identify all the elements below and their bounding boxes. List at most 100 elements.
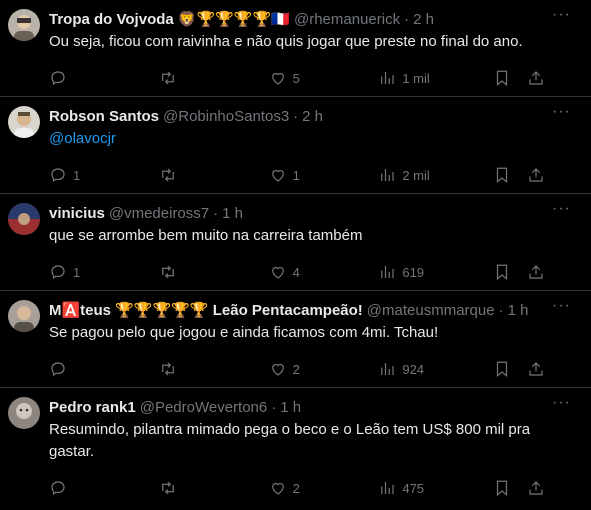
like-button[interactable]: 4 — [269, 263, 379, 281]
more-icon[interactable]: ··· — [552, 104, 571, 120]
avatar[interactable] — [8, 203, 40, 235]
tweet[interactable]: M🅰️teus 🏆🏆🏆🏆🏆 Leão Pentacampeão! @mateus… — [0, 291, 591, 388]
tweet[interactable]: Pedro rank1 @PedroWeverton6 · 1 h Resumi… — [0, 388, 591, 510]
share-button[interactable] — [527, 69, 545, 87]
share-button[interactable] — [527, 166, 545, 184]
views-icon — [381, 482, 394, 494]
author-name[interactable]: Tropa do Vojvoda 🦁🏆🏆🏆🏆🇫🇷 — [49, 10, 290, 28]
retweet-icon — [161, 362, 174, 376]
avatar[interactable] — [8, 300, 40, 332]
retweet-button[interactable] — [159, 263, 269, 281]
retweet-button[interactable] — [159, 360, 269, 378]
bookmark-button[interactable] — [493, 69, 511, 87]
tweet-text: Resumindo, pilantra mimado pega o beco e… — [49, 421, 531, 460]
reply-button[interactable] — [49, 69, 159, 87]
reply-button[interactable] — [49, 479, 159, 497]
share-button[interactable] — [527, 263, 545, 281]
tweet[interactable]: vinicius @vmedeiross7 · 1 h que se arrom… — [0, 194, 591, 291]
tweet-time[interactable]: 1 h — [280, 399, 301, 416]
bookmark-icon — [496, 264, 508, 281]
timeline: Tropa do Vojvoda 🦁🏆🏆🏆🏆🇫🇷 @rhemanuerick ·… — [0, 0, 591, 510]
bookmark-icon — [496, 70, 508, 87]
bookmark-button[interactable] — [493, 360, 511, 378]
views-icon — [381, 72, 394, 84]
share-icon — [529, 362, 543, 376]
retweet-icon — [161, 265, 174, 279]
retweet-icon — [161, 168, 174, 182]
views-button[interactable]: 475 — [378, 479, 493, 497]
reply-button[interactable]: 1 — [49, 263, 159, 281]
tweet-text: que se arrombe bem muito na carreira tam… — [49, 227, 363, 244]
separator-dot: · — [293, 107, 299, 125]
more-icon[interactable]: ··· — [552, 298, 571, 314]
more-icon[interactable]: ··· — [552, 395, 571, 411]
author-name[interactable]: Pedro rank1 — [49, 399, 136, 416]
like-count: 5 — [292, 70, 300, 86]
tweet-text: Se pagou pelo que jogou e ainda ficamos … — [49, 324, 439, 341]
avatar[interactable] — [8, 106, 40, 138]
tweet-text[interactable]: @olavocjr — [49, 128, 545, 150]
reply-button[interactable] — [49, 360, 159, 378]
bookmark-icon — [496, 480, 508, 497]
reply-icon — [51, 265, 65, 280]
more-icon[interactable]: ··· — [552, 201, 571, 217]
tweet-text: Ou seja, ficou com raivinha e não quis j… — [49, 33, 523, 50]
retweet-button[interactable] — [159, 69, 269, 87]
like-button[interactable]: 5 — [269, 69, 379, 87]
reply-icon — [51, 481, 65, 496]
author-name[interactable]: Robson Santos — [49, 108, 159, 125]
bookmark-button[interactable] — [493, 263, 511, 281]
separator-dot: · — [213, 204, 219, 222]
reply-button[interactable]: 1 — [49, 166, 159, 184]
tweet[interactable]: Tropa do Vojvoda 🦁🏆🏆🏆🏆🇫🇷 @rhemanuerick ·… — [0, 0, 591, 97]
tweet-time[interactable]: 1 h — [222, 205, 243, 222]
reply-icon — [51, 362, 65, 377]
avatar[interactable] — [8, 9, 40, 41]
views-button[interactable]: 1 mil — [378, 69, 493, 87]
heart-icon — [271, 169, 284, 182]
avatar[interactable] — [8, 397, 40, 429]
author-name[interactable]: vinicius — [49, 205, 105, 222]
share-icon — [529, 481, 543, 495]
author-handle[interactable]: @rhemanuerick — [294, 11, 400, 28]
share-button[interactable] — [527, 479, 545, 497]
separator-dot: · — [404, 10, 410, 28]
views-count: 475 — [402, 480, 425, 496]
author-handle[interactable]: @vmedeiross7 — [109, 205, 209, 222]
views-button[interactable]: 619 — [378, 263, 493, 281]
heart-icon — [271, 72, 284, 85]
retweet-button[interactable] — [159, 166, 269, 184]
share-icon — [529, 71, 543, 85]
tweet[interactable]: Robson Santos @RobinhoSantos3 · 2 h @ola… — [0, 97, 591, 194]
like-count: 2 — [292, 361, 300, 377]
like-button[interactable]: 2 — [269, 360, 379, 378]
bookmark-button[interactable] — [493, 479, 511, 497]
views-count: 619 — [402, 264, 425, 280]
like-count: 4 — [292, 264, 300, 280]
views-button[interactable]: 2 mil — [378, 166, 493, 184]
views-icon — [381, 363, 394, 375]
tweet-time[interactable]: 2 h — [302, 108, 323, 125]
tweet-time[interactable]: 2 h — [413, 11, 434, 28]
heart-icon — [271, 266, 284, 279]
author-handle[interactable]: @mateusmmarque — [367, 302, 495, 319]
retweet-button[interactable] — [159, 479, 269, 497]
like-count: 1 — [292, 167, 300, 183]
bookmark-icon — [496, 167, 508, 184]
heart-icon — [271, 482, 284, 495]
retweet-icon — [161, 71, 174, 85]
like-button[interactable]: 1 — [269, 166, 379, 184]
reply-icon — [51, 168, 65, 183]
share-button[interactable] — [527, 360, 545, 378]
like-count: 2 — [292, 480, 300, 496]
more-icon[interactable]: ··· — [552, 7, 571, 23]
views-button[interactable]: 924 — [378, 360, 493, 378]
author-name[interactable]: M🅰️teus 🏆🏆🏆🏆🏆 Leão Pentacampeão! — [49, 301, 363, 319]
author-handle[interactable]: @PedroWeverton6 — [140, 399, 268, 416]
tweet-time[interactable]: 1 h — [508, 302, 529, 319]
author-handle[interactable]: @RobinhoSantos3 — [163, 108, 289, 125]
bookmark-button[interactable] — [493, 166, 511, 184]
like-button[interactable]: 2 — [269, 479, 379, 497]
views-icon — [381, 169, 394, 181]
reply-count: 1 — [73, 167, 81, 183]
